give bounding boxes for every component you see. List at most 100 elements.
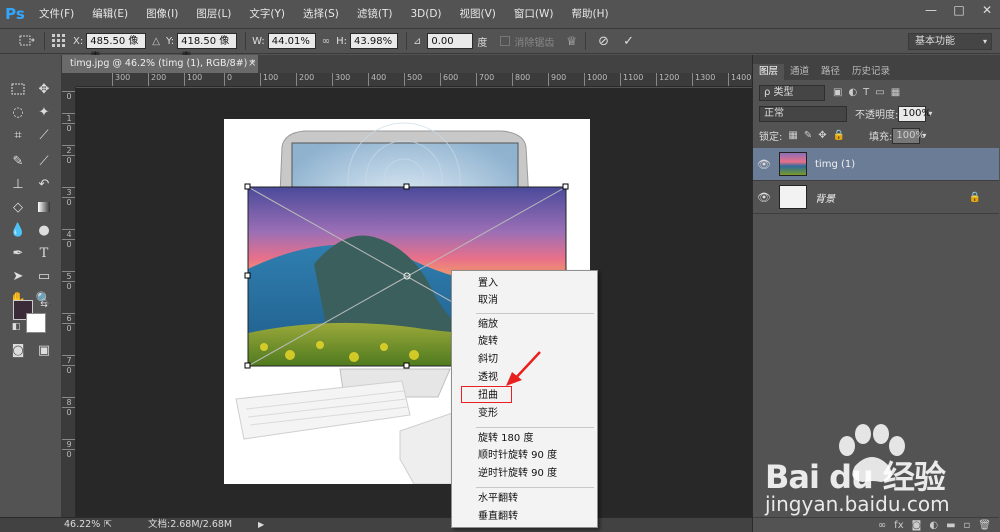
tab-history[interactable]: 历史记录: [846, 64, 896, 80]
w-input[interactable]: 44.01%: [267, 33, 316, 49]
healing-brush-icon[interactable]: ✎: [7, 151, 29, 171]
marquee-tool-icon[interactable]: [7, 79, 29, 99]
menu-3d[interactable]: 3D(D): [401, 0, 450, 28]
baidu-watermark: Bai du 经验 jingyan.baidu.com: [765, 422, 995, 532]
warp-mode-icon[interactable]: ♕: [566, 34, 577, 48]
menu-item-rotate-ccw-90[interactable]: 逆时针旋转 90 度: [478, 466, 557, 482]
close-window-button[interactable]: ✕: [980, 3, 994, 17]
commit-transform-icon[interactable]: ✓: [623, 34, 634, 49]
pen-tool-icon[interactable]: ✒: [7, 243, 29, 263]
tab-paths[interactable]: 路径: [815, 64, 846, 80]
eraser-tool-icon[interactable]: ◇: [7, 197, 29, 217]
blend-mode-select[interactable]: 正常: [759, 105, 847, 122]
background-color-swatch[interactable]: [26, 313, 46, 333]
opacity-input[interactable]: 100%: [898, 105, 931, 122]
dodge-tool-icon[interactable]: ●: [33, 220, 55, 240]
menu-item-cancel[interactable]: 取消: [478, 293, 498, 309]
cancel-transform-icon[interactable]: ⊘: [598, 34, 609, 49]
ruler-tick: 4: [62, 229, 75, 239]
interpolation-checkbox[interactable]: [500, 36, 511, 46]
menu-item-rotate-cw-90[interactable]: 顺时针旋转 90 度: [478, 448, 557, 464]
menu-image[interactable]: 图像(I): [137, 0, 187, 28]
menu-item-rotate[interactable]: 旋转: [478, 334, 498, 350]
menu-help[interactable]: 帮助(H): [563, 0, 618, 28]
layer-filter-row: ρ 类型 ▣◐T▭▦: [759, 84, 906, 101]
menu-item-scale[interactable]: 缩放: [478, 317, 498, 333]
menu-item-rotate-180[interactable]: 旋转 180 度: [478, 431, 533, 447]
tools-panel: ✥ ◌ ✦ ⌗ ⟋ ✎ ⟋ ⊥ ↶ ◇ 💧 ● ✒ T ➤ ▭ ✋ 🔍 ⇆ ◧ …: [0, 55, 62, 517]
eyedropper-tool-icon[interactable]: ⟋: [33, 125, 55, 145]
crop-tool-icon[interactable]: ⌗: [7, 125, 29, 145]
zoom-level[interactable]: 46.22%: [64, 518, 100, 532]
ruler-tick: 0: [62, 155, 75, 165]
lock-icons[interactable]: ▦✎✥🔒: [788, 130, 851, 141]
lasso-tool-icon[interactable]: ◌: [7, 102, 29, 122]
path-selection-icon[interactable]: ➤: [7, 266, 29, 286]
ruler-tick: 500: [404, 73, 422, 86]
menu-view[interactable]: 视图(V): [451, 0, 505, 28]
menu-select[interactable]: 选择(S): [294, 0, 348, 28]
chevron-right-icon[interactable]: ▶: [258, 518, 264, 532]
reference-point-icon[interactable]: [51, 33, 67, 49]
type-tool-icon[interactable]: T: [33, 243, 55, 263]
document-tab-title: timg.jpg @ 46.2% (timg (1), RGB/8#) *: [70, 58, 256, 69]
link-icon[interactable]: ∞: [322, 36, 330, 47]
layer-row[interactable]: 👁 timg (1): [753, 148, 999, 181]
menu-item-warp[interactable]: 变形: [478, 406, 498, 422]
brush-tool-icon[interactable]: ⟋: [33, 151, 55, 171]
quick-mask-icon[interactable]: ◙: [7, 340, 29, 360]
canvas-area[interactable]: [76, 88, 752, 517]
move-tool-icon[interactable]: ✥: [33, 79, 55, 99]
angle-input[interactable]: 0.00: [427, 33, 474, 49]
rectangle-tool-icon[interactable]: ▭: [33, 266, 55, 286]
default-colors-icon[interactable]: ◧: [5, 317, 27, 337]
chevron-down-icon[interactable]: ▾: [922, 131, 926, 140]
menu-item-perspective[interactable]: 透视: [478, 370, 498, 386]
menu-layer[interactable]: 图层(L): [187, 0, 240, 28]
close-tab-icon[interactable]: ×: [248, 55, 256, 73]
chevron-down-icon[interactable]: ▾: [928, 109, 932, 118]
gradient-tool-icon[interactable]: [33, 197, 55, 217]
workspace-select[interactable]: 基本功能 ▾: [908, 33, 992, 50]
menu-filter[interactable]: 滤镜(T): [348, 0, 402, 28]
menu-item-place[interactable]: 置入: [478, 276, 498, 292]
ruler-tick: 1300: [692, 73, 715, 86]
tab-channels[interactable]: 通道: [784, 64, 815, 80]
export-icon[interactable]: ⇱: [104, 518, 112, 532]
panel-collapse-bar[interactable]: [753, 55, 1000, 64]
filter-icons[interactable]: ▣◐T▭▦: [833, 87, 906, 98]
ruler-tick: 0: [62, 449, 75, 459]
swap-colors-icon[interactable]: ⇆: [33, 295, 55, 315]
history-brush-icon[interactable]: ↶: [33, 174, 55, 194]
watermark-url: jingyan.baidu.com: [765, 492, 950, 516]
magic-wand-tool-icon[interactable]: ✦: [33, 102, 55, 122]
ruler-tick: 7: [62, 355, 75, 365]
y-input[interactable]: 418.50 像素: [177, 33, 238, 63]
delta-icon[interactable]: △: [152, 36, 160, 47]
clone-stamp-icon[interactable]: ⊥: [7, 174, 29, 194]
tab-layers[interactable]: 图层: [753, 64, 785, 80]
eye-icon[interactable]: 👁: [753, 191, 775, 204]
menu-edit[interactable]: 编辑(E): [83, 0, 137, 28]
h-input[interactable]: 43.98%: [350, 33, 398, 49]
layer-filter-select[interactable]: ρ 类型: [759, 84, 825, 101]
restore-button[interactable]: □: [952, 3, 966, 17]
menu-item-flip-horizontal[interactable]: 水平翻转: [478, 491, 518, 507]
lock-row: 锁定: ▦✎✥🔒 填充: 100% ▾: [759, 127, 926, 144]
separator: [585, 32, 587, 50]
layer-row[interactable]: 👁 背景 🔒: [753, 181, 999, 214]
menu-window[interactable]: 窗口(W): [505, 0, 563, 28]
minimize-button[interactable]: —: [924, 3, 938, 17]
menu-file[interactable]: 文件(F): [30, 0, 83, 28]
fill-input[interactable]: 100%: [892, 127, 925, 144]
screen-mode-icon[interactable]: ▣: [33, 340, 55, 360]
x-input[interactable]: 485.50 像素: [86, 33, 147, 63]
ruler-tick: 3: [62, 187, 75, 197]
eye-icon[interactable]: 👁: [753, 158, 775, 171]
blur-tool-icon[interactable]: 💧: [7, 220, 29, 240]
document-tab[interactable]: timg.jpg @ 46.2% (timg (1), RGB/8#) *: [62, 55, 258, 73]
menu-item-skew[interactable]: 斜切: [478, 352, 498, 368]
tool-preset-icon[interactable]: [18, 34, 36, 48]
menu-type[interactable]: 文字(Y): [240, 0, 294, 28]
menu-item-flip-vertical[interactable]: 垂直翻转: [478, 509, 518, 525]
